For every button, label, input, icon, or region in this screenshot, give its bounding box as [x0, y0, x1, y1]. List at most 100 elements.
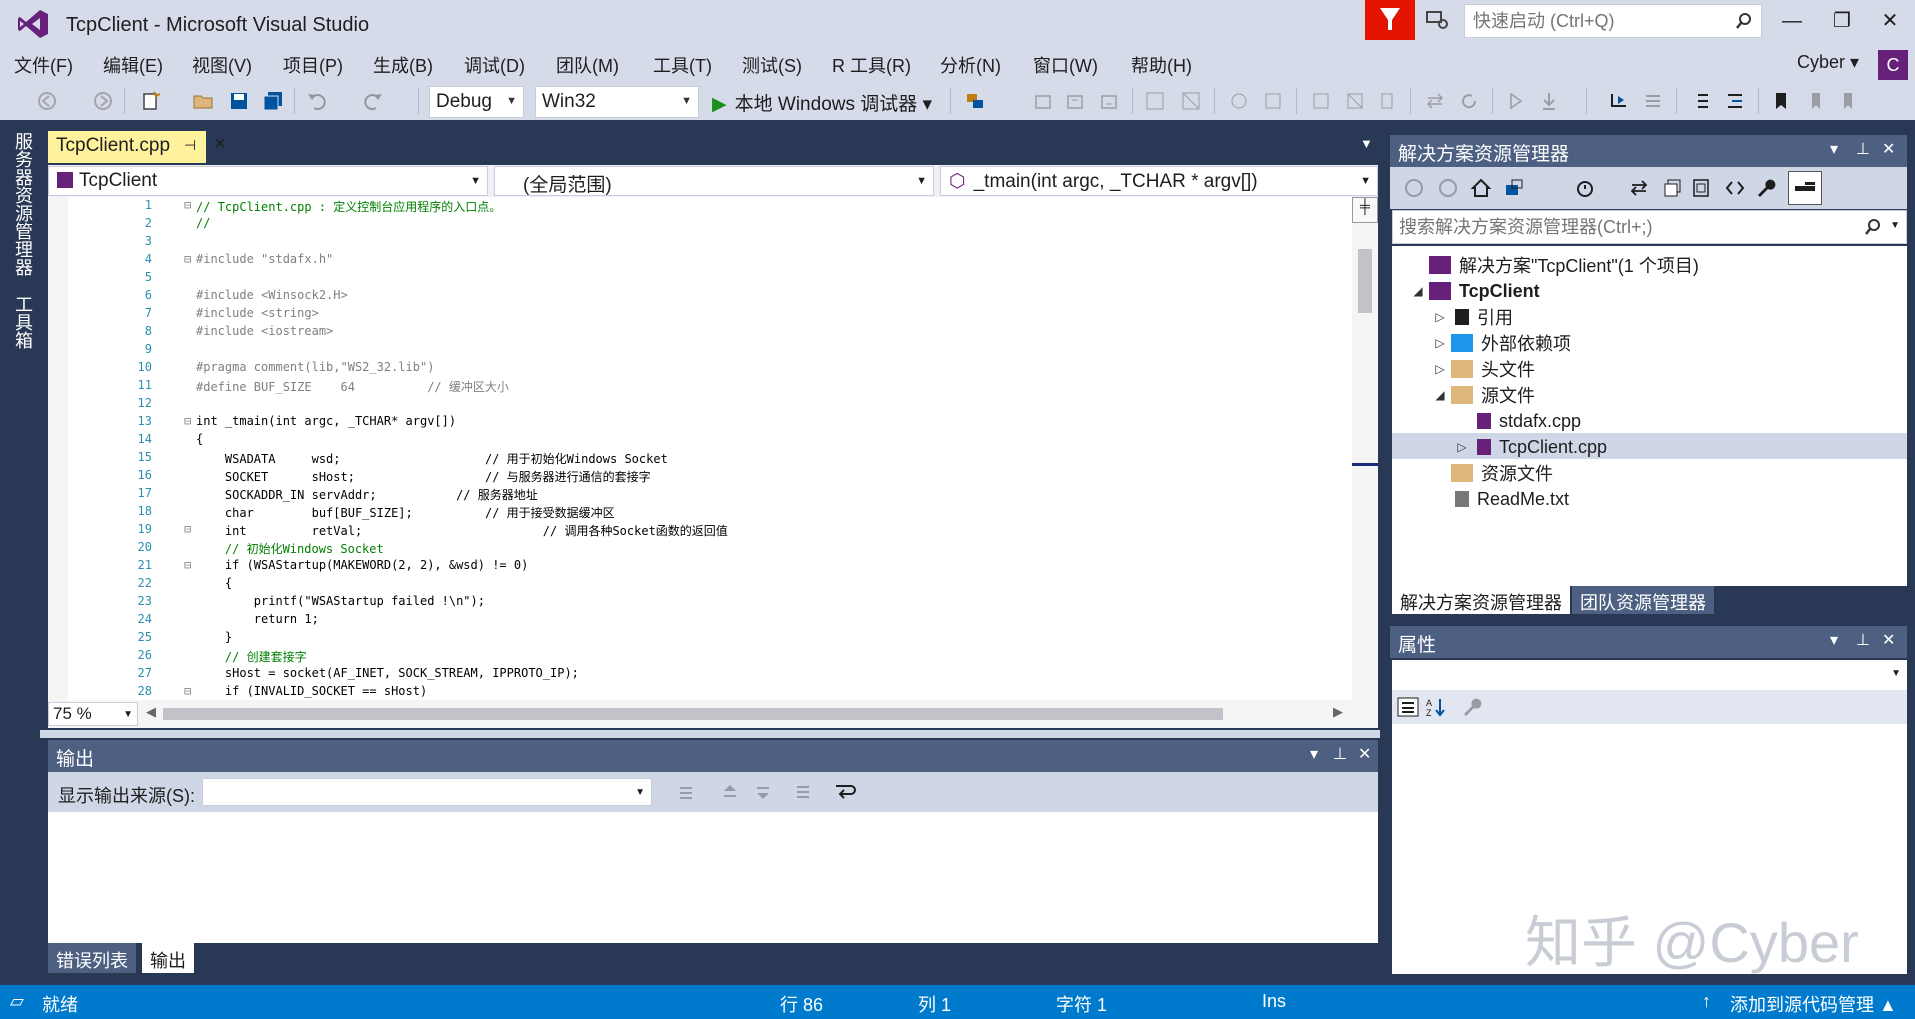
tree-item[interactable]: ▷ TcpClient.cpp [1451, 434, 1607, 460]
code-line[interactable]: 5 [48, 270, 1348, 288]
scrollbar-thumb[interactable] [1358, 249, 1372, 313]
zoom-select[interactable]: 75 % ▼ [48, 702, 138, 726]
step-into-icon[interactable] [1538, 90, 1560, 112]
tree-item[interactable]: ReadMe.txt [1429, 486, 1569, 512]
menu-window[interactable]: 窗口(W) [1033, 52, 1098, 78]
code-line[interactable]: 21 ⊟ if (WSAStartup(MAKEWORD(2, 2), &wsd)… [48, 558, 1348, 576]
previous-message-icon[interactable] [720, 782, 740, 802]
tab-tcpclient-cpp[interactable]: TcpClient.cpp ⊣ × [48, 131, 226, 163]
output-text-area[interactable] [48, 812, 1378, 943]
menu-team[interactable]: 团队(M) [556, 52, 619, 78]
collapse-all-icon[interactable] [1662, 177, 1684, 199]
maximize-button[interactable]: ❐ [1820, 6, 1864, 36]
sync-icon[interactable] [1424, 90, 1446, 112]
view-code-icon[interactable] [1724, 177, 1746, 199]
scope-dropdown[interactable]: (全局范围) ▼ [494, 166, 934, 196]
code-line[interactable]: 18 char buf[BUF_SIZE]; // 用于接受数据缓冲区 [48, 504, 1348, 522]
decrease-indent-icon[interactable] [1690, 90, 1712, 112]
split-editor-icon[interactable]: ╪ [1352, 197, 1378, 223]
minimize-button[interactable]: — [1770, 6, 1814, 36]
fold-toggle-icon[interactable]: ⊟ [184, 198, 194, 212]
horizontal-scrollbar[interactable]: 75 % ▼ ◀ ▶ [48, 700, 1378, 728]
diagram-icon[interactable] [1144, 90, 1166, 112]
attach-icon[interactable] [1228, 90, 1250, 112]
code-line[interactable]: 20 // 初始化Windows Socket [48, 540, 1348, 558]
code-line[interactable]: 11 #define BUF_SIZE 64 // 缓冲区大小 [48, 378, 1348, 396]
properties-wrench-icon[interactable] [1754, 177, 1776, 199]
menu-test[interactable]: 测试(S) [742, 52, 802, 78]
diagram-edit-icon[interactable] [1180, 90, 1202, 112]
platform-select[interactable]: Win32 ▼ [535, 86, 699, 118]
code-line[interactable]: 24 return 1; [48, 612, 1348, 630]
word-wrap-icon[interactable] [833, 780, 857, 804]
menu-debug[interactable]: 调试(D) [464, 52, 525, 78]
menu-analyze[interactable]: 分析(N) [940, 52, 1001, 78]
switch-views-icon[interactable] [1504, 177, 1526, 199]
code-line[interactable]: 7 #include <string> [48, 306, 1348, 324]
tab-solution-explorer[interactable]: 解决方案资源管理器 [1392, 586, 1570, 614]
configuration-select[interactable]: Debug ▼ [429, 86, 524, 118]
code-line[interactable]: 12 [48, 396, 1348, 414]
scroll-right-icon[interactable]: ▶ [1333, 704, 1343, 720]
output-source-select[interactable]: ▼ [202, 778, 652, 806]
close-icon[interactable]: ✕ [1882, 139, 1895, 159]
home-icon[interactable] [1470, 177, 1492, 199]
pin-icon[interactable]: ⊣ [184, 137, 196, 154]
code-line[interactable]: 1 ⊟// TcpClient.cpp : 定义控制台应用程序的入口点。 [48, 198, 1348, 216]
close-icon[interactable]: × [214, 133, 226, 156]
tree-item[interactable]: ▷ 引用 [1429, 304, 1513, 330]
vertical-scrollbar[interactable] [1352, 197, 1378, 700]
pending-changes-icon[interactable] [1574, 177, 1596, 199]
code-line[interactable]: 25 } [48, 630, 1348, 648]
code-line[interactable]: 27 sHost = socket(AF_INET, SOCK_STREAM, … [48, 666, 1348, 684]
tree-item[interactable]: ◢ TcpClient [1407, 278, 1539, 304]
tab-error-list[interactable]: 错误列表 [48, 943, 136, 973]
menu-help[interactable]: 帮助(H) [1131, 52, 1192, 78]
tab-output[interactable]: 输出 [142, 943, 194, 973]
tab-team-explorer[interactable]: 团队资源管理器 [1572, 586, 1714, 614]
next-bookmark-icon[interactable] [1838, 90, 1860, 112]
expand-toggle-icon[interactable]: ▷ [1429, 362, 1451, 376]
show-all-files-icon[interactable] [1690, 177, 1712, 199]
code-line[interactable]: 14 { [48, 432, 1348, 450]
close-window-button[interactable]: ✕ [1868, 6, 1912, 36]
code-line[interactable]: 17 SOCKADDR_IN servAddr; // 服务器地址 [48, 486, 1348, 504]
fold-toggle-icon[interactable]: ⊟ [184, 558, 194, 572]
avatar[interactable]: C [1878, 50, 1908, 80]
forward-icon[interactable] [92, 90, 114, 112]
continue-icon[interactable] [1504, 90, 1526, 112]
code-line[interactable]: 6 #include <Winsock2.H> [48, 288, 1348, 306]
tree-item[interactable]: ▷ 头文件 [1429, 356, 1535, 382]
clear-all-icon[interactable] [793, 782, 813, 802]
solution-search-input[interactable] [1399, 217, 1839, 238]
code-line[interactable]: 10 #pragma comment(lib,"WS2_32.lib") [48, 360, 1348, 378]
expand-toggle-icon[interactable]: ▷ [1429, 310, 1451, 324]
menu-edit[interactable]: 编辑(E) [103, 52, 163, 78]
code-editor[interactable]: 1 ⊟// TcpClient.cpp : 定义控制台应用程序的入口点。 2//3 4… [48, 197, 1378, 702]
account-name[interactable]: Cyber ▾ [1797, 52, 1859, 73]
refresh-icon[interactable] [1458, 90, 1480, 112]
code-line[interactable]: 15 WSADATA wsd; // 用于初始化Windows Socket [48, 450, 1348, 468]
bookmark-icon[interactable] [1770, 90, 1792, 112]
close-icon[interactable]: ✕ [1882, 630, 1895, 650]
code-line[interactable]: 19 ⊟ int retVal; // 调用各种Socket函数的返回值 [48, 522, 1348, 540]
tree-item[interactable]: 解决方案"TcpClient"(1 个项目) [1407, 252, 1699, 278]
preview-selected-button[interactable] [1788, 171, 1822, 205]
alphabetical-sort-icon[interactable]: AZ [1424, 696, 1448, 718]
clean-icon[interactable] [1098, 90, 1120, 112]
rebuild-icon[interactable] [1064, 90, 1086, 112]
menu-build[interactable]: 生成(B) [373, 52, 433, 78]
member-dropdown[interactable]: ⬡ _tmain(int argc, _TCHAR * argv[]) ▼ [940, 166, 1378, 196]
uncomment-icon[interactable] [1344, 90, 1366, 112]
save-icon[interactable] [228, 90, 250, 112]
expand-toggle-icon[interactable]: ▷ [1429, 336, 1451, 350]
code-line[interactable]: 16 SOCKET sHost; // 与服务器进行通信的套接字 [48, 468, 1348, 486]
redo-icon[interactable] [362, 90, 384, 112]
quick-launch-input[interactable] [1473, 11, 1723, 32]
window-position-icon[interactable]: ▾ [1830, 630, 1838, 650]
code-line[interactable]: 2 // [48, 216, 1348, 234]
code-line[interactable]: 8 #include <iostream> [48, 324, 1348, 342]
next-message-icon[interactable] [753, 782, 773, 802]
properties-object-select[interactable]: ▼ [1392, 660, 1907, 690]
show-next-statement-icon[interactable] [1608, 90, 1630, 112]
